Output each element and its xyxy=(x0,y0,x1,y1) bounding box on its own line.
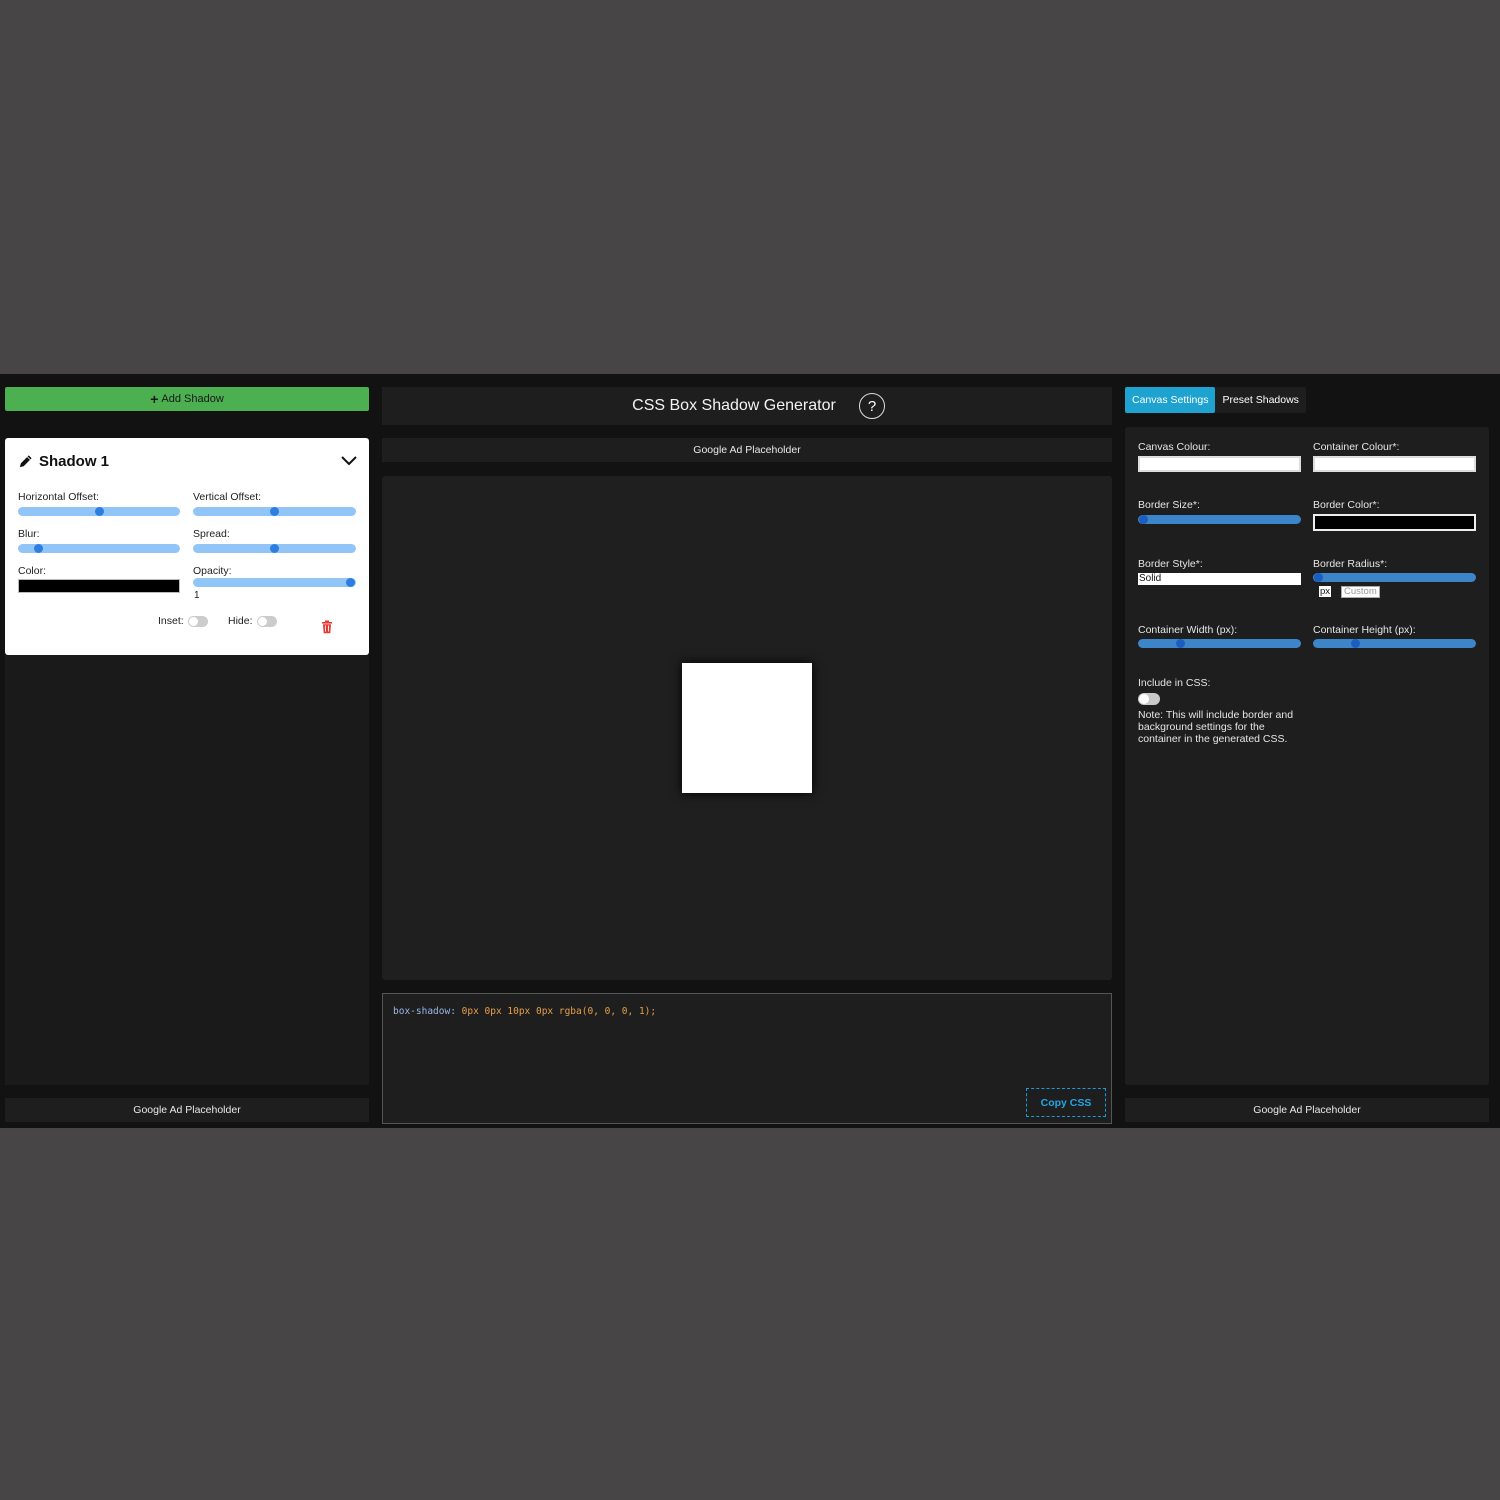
opacity-slider[interactable] xyxy=(193,578,356,587)
container-colour-label: Container Colour*: xyxy=(1313,441,1400,453)
vertical-offset-slider[interactable] xyxy=(193,507,356,516)
shadow-card-title: Shadow 1 xyxy=(39,452,110,470)
horizontal-offset-slider[interactable] xyxy=(18,507,180,516)
container-width-slider[interactable] xyxy=(1138,639,1301,648)
shadow-card: Shadow 1 Horizontal Offset: Vertical Off… xyxy=(5,438,369,655)
border-radius-unit-select[interactable]: px xyxy=(1319,586,1332,597)
right-ad-label: Google Ad Placeholder xyxy=(1253,1104,1361,1116)
slider-thumb[interactable] xyxy=(1351,639,1360,648)
slider-thumb[interactable] xyxy=(270,507,279,516)
opacity-label: Opacity: xyxy=(193,565,232,577)
opacity-value: 1 xyxy=(194,590,200,601)
include-css-label: Include in CSS: xyxy=(1138,677,1211,689)
css-code: box-shadow: 0px 0px 10px 0px rgba(0, 0, … xyxy=(393,1006,656,1017)
question-icon: ? xyxy=(867,397,877,415)
settings-tabs: Canvas Settings Preset Shadows xyxy=(1125,387,1306,413)
tab-preset-shadows[interactable]: Preset Shadows xyxy=(1215,387,1305,413)
include-css-toggle[interactable] xyxy=(1138,693,1160,705)
slider-thumb[interactable] xyxy=(270,544,279,553)
slider-thumb[interactable] xyxy=(34,544,43,553)
css-output[interactable]: box-shadow: 0px 0px 10px 0px rgba(0, 0, … xyxy=(382,993,1112,1124)
center-ad-placeholder: Google Ad Placeholder xyxy=(382,438,1112,462)
include-css-note: Note: This will include border and backg… xyxy=(1138,709,1294,745)
copy-css-button[interactable]: Copy CSS xyxy=(1026,1088,1106,1117)
slider-thumb[interactable] xyxy=(1139,515,1148,524)
add-shadow-label: Add Shadow xyxy=(161,393,224,405)
hide-toggle[interactable] xyxy=(257,616,277,627)
slider-thumb[interactable] xyxy=(1176,639,1185,648)
spread-label: Spread: xyxy=(193,528,230,540)
chevron-down-icon[interactable] xyxy=(340,453,358,467)
page-title: CSS Box Shadow Generator xyxy=(632,397,836,414)
canvas-settings-panel: Canvas Colour: Container Colour*: Border… xyxy=(1125,427,1489,1085)
right-ad-placeholder: Google Ad Placeholder xyxy=(1125,1098,1489,1122)
border-radius-slider[interactable] xyxy=(1313,573,1476,582)
trash-icon[interactable] xyxy=(321,620,333,634)
inset-toggle[interactable] xyxy=(188,616,208,627)
center-ad-label: Google Ad Placeholder xyxy=(693,444,801,456)
css-value: 0px 0px 10px 0px rgba(0, 0, 0, 1); xyxy=(455,1006,657,1017)
border-color-label: Border Color*: xyxy=(1313,499,1380,511)
shadow-card-header[interactable]: Shadow 1 xyxy=(18,452,109,470)
left-column-empty xyxy=(5,655,369,1085)
help-button[interactable]: ? xyxy=(859,393,885,419)
canvas-colour-label: Canvas Colour: xyxy=(1138,441,1211,453)
left-ad-placeholder: Google Ad Placeholder xyxy=(5,1098,369,1122)
vertical-offset-label: Vertical Offset: xyxy=(193,491,262,503)
border-style-label: Border Style*: xyxy=(1138,558,1203,570)
slider-thumb[interactable] xyxy=(95,507,104,516)
add-shadow-button[interactable]: + Add Shadow xyxy=(5,387,369,411)
blur-slider[interactable] xyxy=(18,544,180,553)
app-root: + Add Shadow Shadow 1 Horizontal Offset:… xyxy=(0,374,1500,1128)
container-height-slider[interactable] xyxy=(1313,639,1476,648)
horizontal-offset-label: Horizontal Offset: xyxy=(18,491,99,503)
canvas-colour-picker[interactable] xyxy=(1138,456,1301,472)
header-bar: CSS Box Shadow Generator ? xyxy=(382,387,1112,425)
tab-canvas-settings[interactable]: Canvas Settings xyxy=(1125,387,1216,413)
container-height-label: Container Height (px): xyxy=(1313,624,1416,636)
hide-label: Hide: xyxy=(228,615,253,627)
border-color-picker[interactable] xyxy=(1313,514,1476,531)
border-style-select[interactable]: Solid xyxy=(1138,573,1301,585)
color-label: Color: xyxy=(18,565,47,577)
preview-box xyxy=(682,663,812,793)
preview-canvas xyxy=(382,476,1112,980)
border-radius-label: Border Radius*: xyxy=(1313,558,1388,570)
pencil-icon xyxy=(19,454,32,467)
slider-thumb[interactable] xyxy=(346,578,355,587)
left-ad-label: Google Ad Placeholder xyxy=(133,1104,241,1116)
container-width-label: Container Width (px): xyxy=(1138,624,1238,636)
border-size-label: Border Size*: xyxy=(1138,499,1200,511)
plus-icon: + xyxy=(150,391,159,407)
shadow-color-picker[interactable] xyxy=(18,579,180,593)
inset-label: Inset: xyxy=(158,615,184,627)
container-colour-picker[interactable] xyxy=(1313,456,1476,472)
border-size-slider[interactable] xyxy=(1138,515,1301,524)
border-radius-custom-input[interactable]: Custom xyxy=(1341,586,1380,598)
css-property: box-shadow: xyxy=(393,1006,456,1017)
slider-thumb[interactable] xyxy=(1314,573,1323,582)
spread-slider[interactable] xyxy=(193,544,356,553)
blur-label: Blur: xyxy=(18,528,40,540)
